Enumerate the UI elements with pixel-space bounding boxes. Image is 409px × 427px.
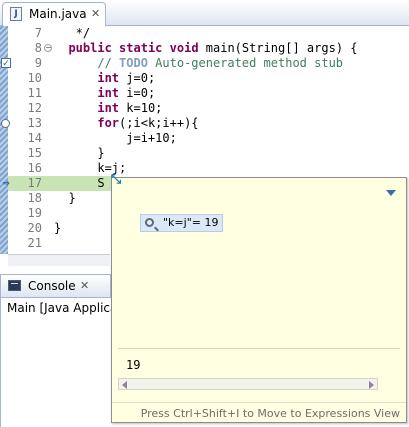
line-number: 13 [27,116,42,130]
code-text: */ [54,26,91,40]
expression-tree-item[interactable]: "k=j"= 19 [140,214,224,232]
line-number: 8 [34,41,42,55]
tab-main-java[interactable]: J Main.java ✕ [2,2,106,26]
console-tab-bar: Console ✕ [0,274,111,298]
line-number: 12 [27,101,42,115]
line-number: 10 [27,71,42,85]
popup-divider [118,348,400,349]
code-line[interactable]: 17 S [8,176,113,191]
code-text: // TODO Auto-generated method stub [97,56,344,70]
view-menu-icon[interactable] [386,190,396,196]
popup-hint: Press Ctrl+Shift+I to Move to Expression… [140,407,400,420]
console-icon [8,280,21,291]
code-text: public static void main(String[] args) { [68,41,358,55]
resize-handle-icon[interactable]: ⤡ [108,172,124,188]
code-text: int k=10; [97,101,163,115]
editor-horizontal-scrollbar[interactable] [8,254,110,266]
code-text: } [54,221,62,235]
inspect-popup[interactable]: ⤡ "k=j"= 19 19 Press Ctrl+Shift+I to Mov… [111,172,407,423]
code-text: int j=0; [97,71,156,85]
code-line[interactable]: 7 */ [8,26,409,41]
fold-collapse-icon[interactable]: − [44,44,52,52]
code-line[interactable]: 15 } [8,146,409,161]
code-text: } [54,146,105,160]
code-text: S [54,176,105,190]
scroll-right-icon[interactable] [369,381,374,389]
code-line[interactable]: 14 j=i+10; [8,131,409,146]
line-number: 11 [27,86,42,100]
code-text: } [54,191,76,205]
magnifier-icon [145,218,154,227]
code-text: for(;i<k;i++){ [97,116,199,130]
task-marker-icon[interactable]: ✓ [1,58,11,69]
code-line[interactable]: 9 // TODO Auto-generated method stub [8,56,409,71]
tab-label: Main.java [29,7,87,21]
line-number: 18 [27,191,42,205]
code-line[interactable]: 13 for(;i<k;i++){ [8,116,409,131]
java-file-icon: J [10,7,22,21]
console-description: Main [Java Applicat [7,301,111,315]
code-line[interactable]: 11 int i=0; [8,86,409,101]
expression-label: "k=j"= 19 [163,216,219,229]
detail-value: 19 [126,358,141,372]
line-number: 7 [34,26,42,40]
line-number: 19 [27,206,42,220]
console-output[interactable]: Main [Java Applicat [0,298,111,427]
breakpoint-icon[interactable] [1,119,10,128]
line-number: 17 [27,176,42,190]
scroll-left-icon[interactable] [122,381,127,389]
line-number: 14 [27,131,42,145]
line-number: 15 [27,146,42,160]
popup-footer-divider [112,402,406,403]
code-text: int i=0; [97,86,156,100]
code-text: j=i+10; [54,131,177,145]
line-number: 16 [27,161,42,175]
instruction-pointer-icon: ⇒ [2,179,10,189]
code-line[interactable]: 12 int k=10; [8,101,409,116]
close-icon[interactable]: ✕ [80,279,89,292]
line-number: 21 [27,236,42,250]
line-number: 9 [34,56,42,70]
detail-horizontal-scrollbar[interactable] [118,378,378,390]
code-line[interactable]: 16 k=j; [8,161,409,176]
line-number: 20 [27,221,42,235]
code-line[interactable]: 10 int j=0; [8,71,409,86]
editor-tab-bar: J Main.java ✕ [0,0,409,26]
tab-console[interactable]: Console [28,279,76,293]
code-line[interactable]: 8− public static void main(String[] args… [8,41,409,56]
close-icon[interactable]: ✕ [91,7,100,20]
